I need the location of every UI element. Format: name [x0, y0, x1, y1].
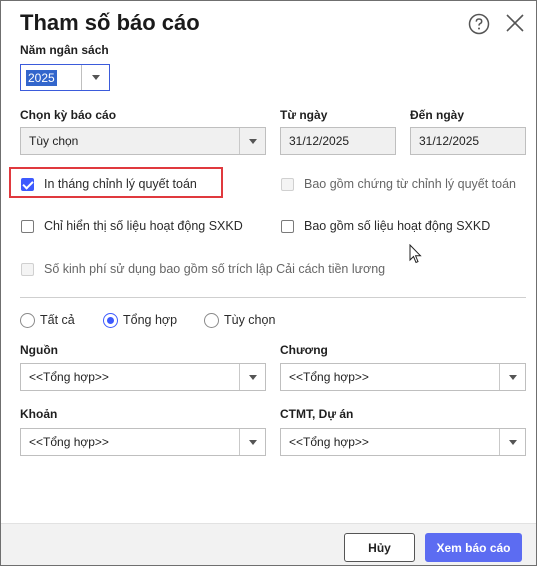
chevron-down-icon[interactable]: [499, 429, 525, 455]
period-label: Chọn kỳ báo cáo: [20, 108, 117, 122]
chevron-down-icon[interactable]: [239, 364, 265, 390]
chapter-value: <<Tổng hợp>>: [289, 370, 369, 384]
to-date-label: Đến ngày: [410, 108, 465, 122]
include-adjust-docs-checkbox: [281, 178, 294, 191]
print-adjust-month-label: In tháng chỉnh lý quyết toán: [44, 177, 197, 191]
from-date-label: Từ ngày: [280, 108, 328, 122]
view-report-button[interactable]: Xem báo cáo: [425, 533, 522, 562]
to-date-field[interactable]: 31/12/2025: [410, 127, 526, 155]
chevron-down-icon[interactable]: [239, 429, 265, 455]
dialog-title: Tham số báo cáo: [20, 10, 200, 35]
chapter-label: Chương: [280, 343, 328, 357]
report-parameters-dialog: Tham số báo cáo Năm ngân sách 2025 Chọn …: [0, 0, 537, 566]
chapter-select[interactable]: <<Tổng hợp>>: [280, 363, 526, 391]
salary-reform-checkbox: [21, 263, 34, 276]
include-sxkd-checkbox[interactable]: [281, 220, 294, 233]
program-select[interactable]: <<Tổng hợp>>: [280, 428, 526, 456]
salary-reform-label: Số kinh phí sử dụng bao gồm số trích lập…: [44, 262, 386, 276]
help-icon[interactable]: [468, 13, 490, 35]
source-label: Nguồn: [20, 343, 58, 357]
mode-summary-label: Tổng hợp: [123, 313, 178, 327]
include-adjust-docs-label: Bao gồm chứng từ chỉnh lý quyết toán: [304, 177, 516, 191]
chevron-down-icon[interactable]: [499, 364, 525, 390]
mode-custom-radio[interactable]: [204, 313, 219, 328]
source-value: <<Tổng hợp>>: [29, 370, 109, 384]
program-label: CTMT, Dự án: [280, 407, 354, 421]
period-value: Tùy chọn: [29, 134, 79, 148]
only-sxkd-label: Chỉ hiển thị số liệu hoạt động SXKD: [44, 219, 243, 233]
print-adjust-month-checkbox[interactable]: [21, 178, 34, 191]
mode-summary-radio[interactable]: [103, 313, 118, 328]
budget-year-select[interactable]: 2025: [20, 64, 110, 91]
section-value: <<Tổng hợp>>: [29, 435, 109, 449]
budget-year-label: Năm ngân sách: [20, 43, 109, 57]
mode-all-radio[interactable]: [20, 313, 35, 328]
section-label: Khoản: [20, 407, 58, 421]
mouse-cursor-icon: [409, 244, 422, 264]
cancel-button[interactable]: Hủy: [344, 533, 415, 562]
budget-year-value: 2025: [26, 69, 57, 86]
section-divider: [20, 297, 526, 298]
from-date-field[interactable]: 31/12/2025: [280, 127, 396, 155]
source-select[interactable]: <<Tổng hợp>>: [20, 363, 266, 391]
mode-custom-label: Tùy chọn: [224, 313, 276, 327]
program-value: <<Tổng hợp>>: [289, 435, 369, 449]
mode-all-label: Tất cả: [40, 313, 75, 327]
chevron-down-icon[interactable]: [81, 65, 109, 90]
period-select[interactable]: Tùy chọn: [20, 127, 266, 155]
only-sxkd-checkbox[interactable]: [21, 220, 34, 233]
section-select[interactable]: <<Tổng hợp>>: [20, 428, 266, 456]
chevron-down-icon[interactable]: [239, 128, 265, 154]
include-sxkd-label: Bao gồm số liệu hoạt động SXKD: [304, 219, 491, 233]
close-icon[interactable]: [505, 13, 525, 33]
